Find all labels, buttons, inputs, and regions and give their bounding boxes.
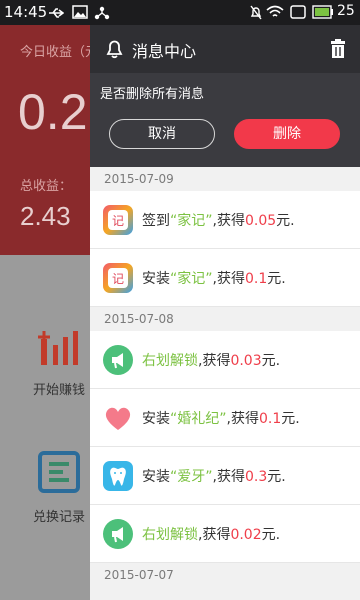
unlock-icon [103, 519, 133, 549]
start-earning-icon [38, 331, 78, 365]
date-header: 2015-07-08 [90, 307, 360, 331]
wifi-icon [266, 5, 284, 17]
list-item[interactable]: 右划解锁,获得0.03元. [90, 331, 360, 389]
list-item[interactable]: 安装“婚礼纪”,获得0.1元. [90, 389, 360, 447]
message-text: 安装“家记”,获得0.1元. [142, 271, 286, 287]
jiaji-app-icon: 记 [103, 263, 133, 293]
tooth-icon [103, 461, 133, 491]
list-item[interactable]: 右划解锁,获得0.02元. [90, 505, 360, 563]
share-icon [94, 6, 110, 20]
date-header: 2015-07-07 [90, 563, 360, 587]
exchange-record-icon [38, 451, 80, 493]
svg-text:记: 记 [112, 214, 124, 228]
message-text: 安装“爱牙”,获得0.3元. [142, 469, 286, 485]
usb-icon [49, 8, 64, 18]
drawer-header: 消息中心 [90, 25, 360, 73]
date-header: 2015-07-09 [90, 167, 360, 191]
list-item[interactable]: 记 签到“家记”,获得0.05元. [90, 191, 360, 249]
trash-icon[interactable] [330, 39, 346, 59]
delete-confirm-panel: 是否删除所有消息 取消 删除 [90, 73, 360, 167]
jiaji-app-icon: 记 [103, 205, 133, 235]
battery-icon [312, 5, 333, 19]
status-bar: 14:45 25 [0, 0, 360, 25]
svg-text:记: 记 [112, 272, 124, 286]
heart-icon [105, 407, 131, 430]
unlock-icon [103, 345, 133, 375]
message-text: 签到“家记”,获得0.05元. [142, 213, 295, 229]
total-earnings-label: 总收益： [20, 179, 73, 194]
list-item[interactable]: 记 安装“家记”,获得0.1元. [90, 249, 360, 307]
today-earnings-label: 今日收益（元 [20, 45, 99, 60]
list-item[interactable]: 安装“爱牙”,获得0.3元. [90, 447, 360, 505]
bell-icon [106, 40, 123, 59]
delete-confirm-question: 是否删除所有消息 [100, 87, 205, 102]
message-center-drawer: 消息中心 是否删除所有消息 取消 删除 2015-07-09 记 签到“家记”,… [90, 25, 360, 600]
cancel-button[interactable]: 取消 [109, 119, 215, 149]
silent-icon [250, 5, 262, 20]
message-text: 右划解锁,获得0.02元. [142, 527, 281, 543]
message-text: 安装“婚礼纪”,获得0.1元. [142, 411, 300, 427]
message-text: 右划解锁,获得0.03元. [142, 353, 281, 369]
drawer-title: 消息中心 [132, 42, 197, 61]
image-icon [72, 5, 88, 19]
delete-button[interactable]: 删除 [234, 119, 340, 149]
status-time: 14:45 [4, 3, 48, 21]
today-earnings-value: 0.2 [18, 84, 88, 140]
total-earnings-value: 2.43 [20, 201, 71, 231]
battery-level: 25 [337, 3, 355, 19]
screen-icon [290, 5, 306, 19]
